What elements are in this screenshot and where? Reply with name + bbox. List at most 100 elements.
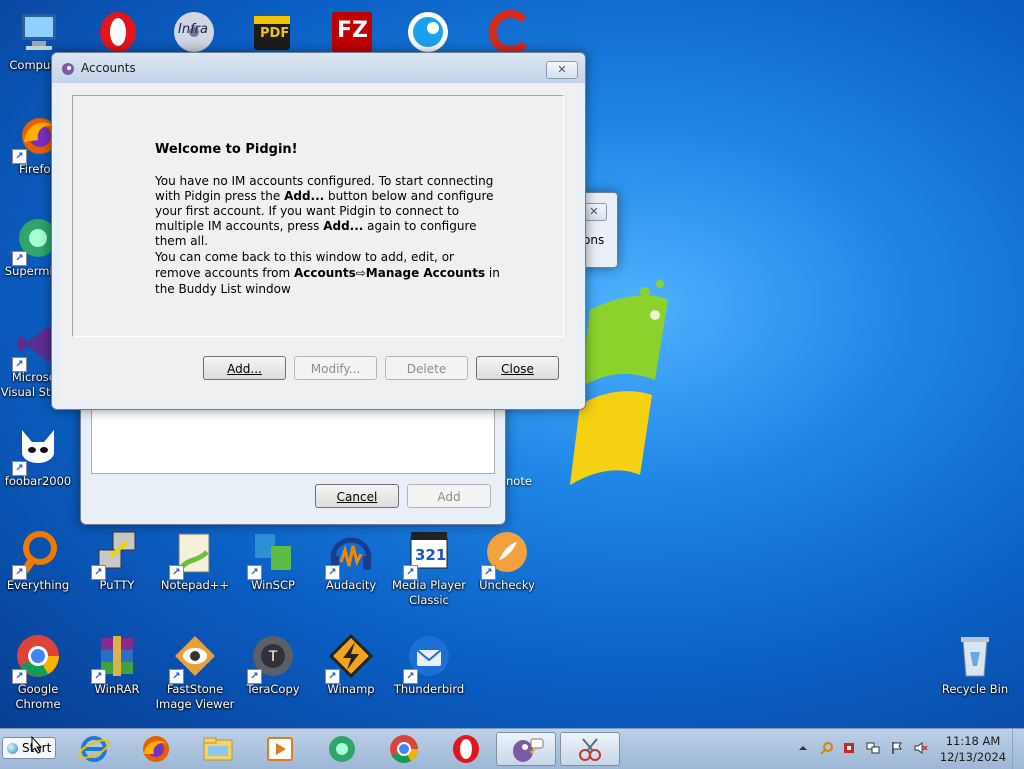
desktop-icon-putty[interactable]: ↗ PuTTY	[75, 528, 159, 593]
background-window-text: ons	[583, 233, 605, 247]
desktop: Computer ↗ Firefox ↗ Supermium ↗ Microso…	[0, 0, 1024, 728]
media-player-icon	[267, 737, 293, 761]
shortcut-arrow-icon: ↗	[12, 251, 27, 266]
notepadpp-icon: ↗	[169, 528, 219, 580]
infra-recorder-icon: Infra	[170, 8, 218, 56]
delete-account-button[interactable]: Delete	[385, 356, 468, 380]
taskbar-internet-explorer[interactable]	[66, 732, 122, 766]
taskbar-opera[interactable]	[438, 732, 494, 766]
mouse-cursor-icon	[31, 736, 43, 754]
add-account-window[interactable]: Cancel Add	[80, 395, 506, 525]
show-hidden-icons-arrow-icon[interactable]	[796, 741, 810, 755]
welcome-paragraph-1: You have no IM accounts configured. To s…	[155, 174, 494, 248]
add-account-list-area[interactable]	[91, 404, 495, 474]
welcome-heading: Welcome to Pidgin!	[155, 142, 298, 157]
pdf-icon: PDF	[248, 8, 296, 56]
modify-account-button[interactable]: Modify...	[294, 356, 377, 380]
search-tray-icon[interactable]	[820, 741, 834, 755]
desktop-icon-thunderbird[interactable]: ↗ Thunderbird	[387, 632, 471, 697]
desktop-icon-infra[interactable]: Infra	[152, 8, 236, 56]
shortcut-arrow-icon: ↗	[481, 565, 496, 580]
faststone-icon: ↗	[169, 632, 219, 684]
chrome-icon: ↗	[12, 632, 62, 684]
taskbar-supermium[interactable]	[314, 732, 370, 766]
desktop-icon-filezilla[interactable]: FZ	[310, 8, 394, 56]
cancel-button[interactable]: Cancel	[315, 484, 399, 508]
taskbar-pidgin[interactable]	[496, 732, 556, 766]
shortcut-arrow-icon: ↗	[12, 461, 27, 476]
snipping-tool-icon	[579, 738, 601, 761]
volume-muted-icon[interactable]	[914, 741, 928, 755]
add-button-disabled[interactable]: Add	[407, 484, 491, 508]
shortcut-arrow-icon: ↗	[325, 669, 340, 684]
desktop-icon-unchecky[interactable]: ↗ Unchecky	[465, 528, 549, 593]
desktop-icon-winscp[interactable]: ↗ WinSCP	[231, 528, 315, 593]
desktop-icon-foobar2000[interactable]: ↗ foobar2000	[0, 424, 80, 489]
opera-icon	[94, 8, 142, 56]
clock-time[interactable]: 11:18 AM	[938, 734, 1008, 748]
opera-icon	[453, 735, 479, 763]
shortcut-arrow-icon: ↗	[12, 565, 27, 580]
taskbar-media-player[interactable]	[252, 732, 308, 766]
add-account-button[interactable]: Add...	[203, 356, 286, 380]
desktop-icon-teracopy[interactable]: T ↗ TeraCopy	[231, 632, 315, 697]
desktop-icon-opera[interactable]	[76, 8, 160, 56]
accounts-window-titlebar[interactable]: Accounts ✕	[52, 53, 585, 83]
show-desktop-button[interactable]	[1012, 729, 1024, 769]
everything-search-icon: ↗	[12, 528, 62, 580]
unchecky-icon: ↗	[481, 528, 531, 580]
network-tray-icon[interactable]	[866, 741, 880, 755]
desktop-icon-ccleaner-blue[interactable]	[386, 8, 470, 56]
taskbar-chrome[interactable]	[376, 732, 432, 766]
chrome-icon	[390, 735, 418, 763]
desktop-icon-faststone[interactable]: ↗ FastStone Image Viewer	[153, 632, 237, 712]
accounts-window-client: Welcome to Pidgin! You have no IM accoun…	[60, 83, 577, 401]
shortcut-arrow-icon: ↗	[12, 357, 27, 372]
start-button[interactable]: Start	[2, 737, 56, 759]
thunderbird-icon: ↗	[403, 632, 453, 684]
accounts-window[interactable]: Accounts ✕ Welcome to Pidgin! You have n…	[51, 52, 586, 410]
partial-desktop-label: note	[506, 474, 532, 488]
action-center-flag-icon[interactable]	[890, 741, 904, 755]
internet-explorer-icon	[78, 736, 110, 762]
shortcut-arrow-icon: ↗	[12, 669, 27, 684]
close-window-button[interactable]: ✕	[546, 61, 578, 79]
pidgin-icon	[62, 63, 74, 75]
taskbar-file-explorer[interactable]	[190, 732, 246, 766]
taskbar-firefox[interactable]	[128, 732, 184, 766]
desktop-icon-ccleaner[interactable]	[466, 8, 550, 56]
svg-text:T: T	[268, 649, 278, 665]
desktop-icon-recycle-bin[interactable]: Recycle Bin	[933, 632, 1017, 697]
shortcut-arrow-icon: ↗	[169, 565, 184, 580]
desktop-icon-winrar[interactable]: ↗ WinRAR	[75, 632, 159, 697]
audacity-icon: ↗	[325, 528, 375, 580]
winamp-icon: ↗	[325, 632, 375, 684]
desktop-icon-winamp[interactable]: ↗ Winamp	[309, 632, 393, 697]
media-player-classic-icon: 321 ↗	[403, 528, 453, 580]
desktop-icon-media-player-classic[interactable]: 321 ↗ Media Player Classic	[387, 528, 471, 608]
supermium-icon	[329, 736, 355, 762]
welcome-paragraph-2: You can come back to this window to add,…	[155, 250, 500, 296]
foobar2000-icon: ↗	[12, 424, 62, 476]
desktop-icon-notepadpp[interactable]: ↗ Notepad++	[153, 528, 237, 593]
welcome-panel: Welcome to Pidgin! You have no IM accoun…	[72, 95, 564, 337]
desktop-icon-everything[interactable]: ↗ Everything	[0, 528, 80, 593]
desktop-icon-audacity[interactable]: ↗ Audacity	[309, 528, 393, 593]
taskbar: Start 11:18 AM 12/13/2024	[0, 728, 1024, 769]
shortcut-arrow-icon: ↗	[91, 669, 106, 684]
ccleaner-icon	[484, 8, 532, 56]
security-tray-icon[interactable]	[842, 741, 856, 755]
desktop-icon-google-chrome[interactable]: ↗ Google Chrome	[0, 632, 80, 712]
shortcut-arrow-icon: ↗	[403, 565, 418, 580]
desktop-icon-pdf[interactable]: PDF	[230, 8, 314, 56]
shortcut-arrow-icon: ↗	[247, 669, 262, 684]
close-button[interactable]: Close	[476, 356, 559, 380]
computer-icon	[14, 8, 62, 56]
file-explorer-icon	[203, 737, 233, 761]
firefox-icon	[143, 736, 169, 762]
taskbar-snipping-tool[interactable]	[560, 732, 620, 766]
window-title: Accounts	[81, 61, 136, 75]
shortcut-arrow-icon: ↗	[247, 565, 262, 580]
filezilla-icon: FZ	[328, 8, 376, 56]
clock-date[interactable]: 12/13/2024	[938, 750, 1008, 764]
